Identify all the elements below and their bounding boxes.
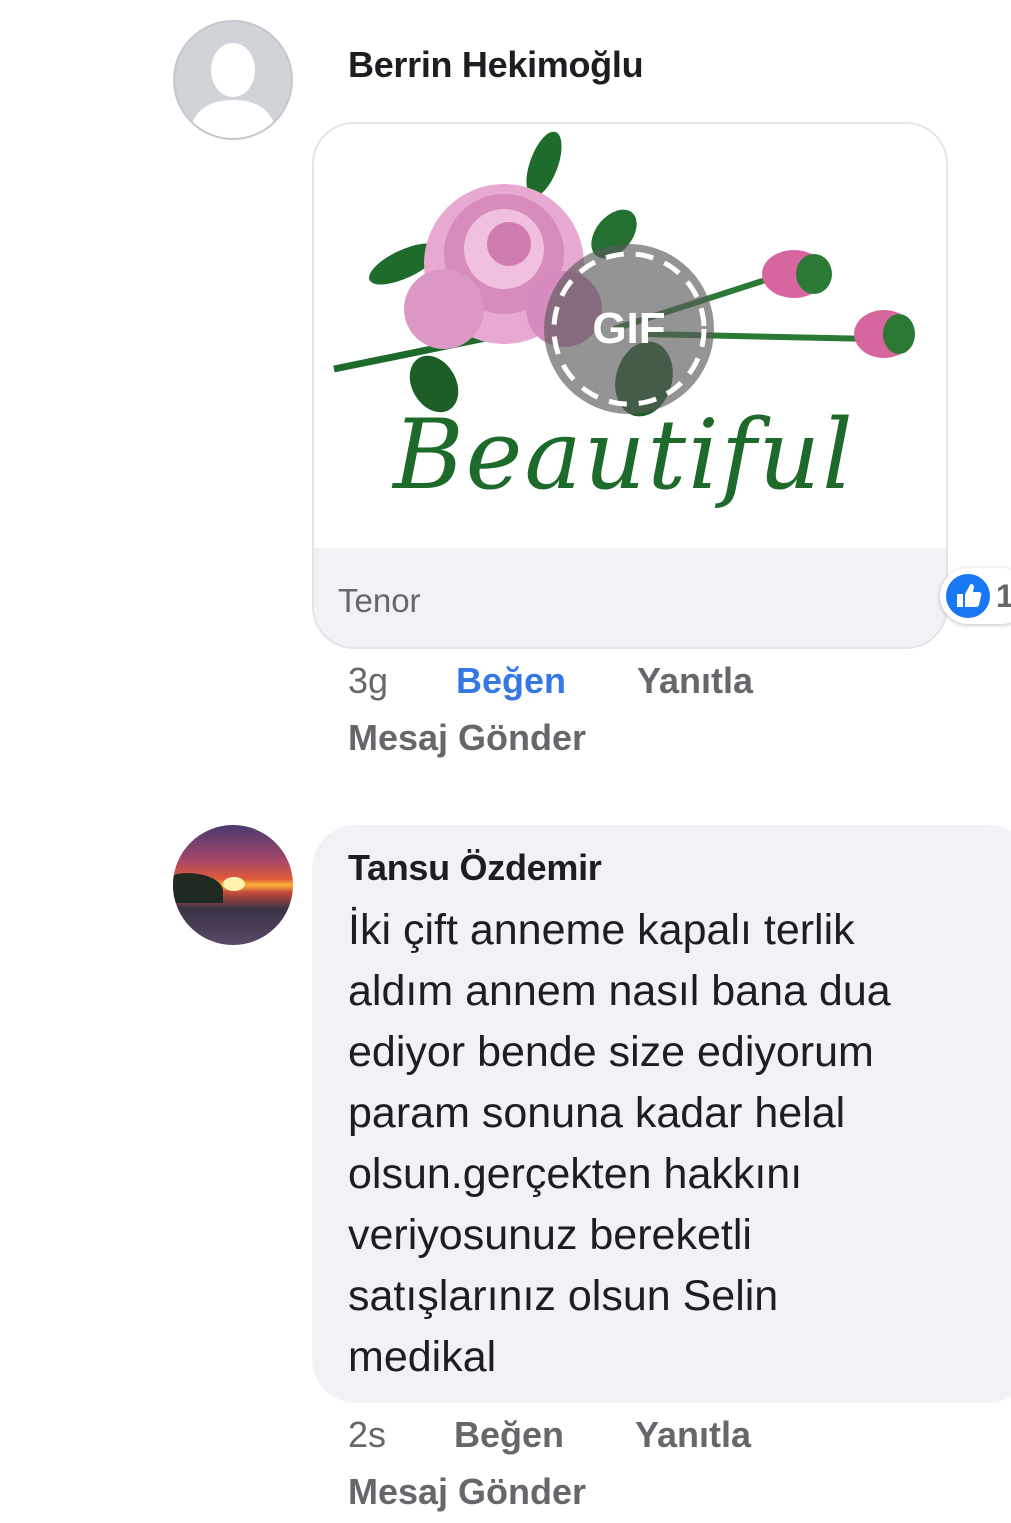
comment-text-line: veriyosunuz bereketli bbox=[348, 1211, 752, 1259]
comment-text-line: aldım annem nasıl bana dua bbox=[348, 967, 891, 1015]
avatar-landscape bbox=[173, 873, 223, 903]
gif-caption: Beautiful bbox=[393, 399, 855, 511]
like-button[interactable]: Beğen bbox=[454, 1414, 564, 1456]
comment-text-line: İki çift anneme kapalı terlik bbox=[348, 906, 855, 954]
comment-text-line: olsun.gerçekten hakkını bbox=[348, 1150, 803, 1198]
gif-play-badge[interactable]: GIF bbox=[544, 244, 714, 414]
comment-text-line: ediyor bende size ediyorum bbox=[348, 1028, 874, 1076]
comment-timestamp[interactable]: 3g bbox=[348, 660, 388, 702]
default-user-icon bbox=[175, 22, 291, 138]
comment-author-name[interactable]: Berrin Hekimoğlu bbox=[348, 44, 644, 86]
avatar[interactable] bbox=[173, 825, 293, 945]
reaction-summary[interactable]: 1 bbox=[940, 568, 1011, 624]
comments-page: Berrin Hekimoğlu Beautiful GIF Tenor 1 3… bbox=[0, 0, 1011, 1523]
comment-text-line: satışlarınız olsun Selin bbox=[348, 1272, 779, 1320]
send-message-button[interactable]: Mesaj Gönder bbox=[348, 717, 586, 759]
comment-author-name[interactable]: Tansu Özdemir bbox=[348, 847, 602, 889]
comment-text-line: medikal bbox=[348, 1333, 497, 1381]
like-button[interactable]: Beğen bbox=[456, 660, 566, 702]
avatar-sun bbox=[223, 877, 245, 891]
gif-attachment[interactable]: Beautiful GIF Tenor bbox=[312, 122, 948, 649]
gif-footer[interactable]: Tenor bbox=[314, 548, 946, 647]
reply-button[interactable]: Yanıtla bbox=[635, 1414, 751, 1456]
like-reaction-icon bbox=[946, 574, 990, 618]
comment-text: İki çift anneme kapalı terlik aldım anne… bbox=[348, 900, 968, 1388]
avatar[interactable] bbox=[173, 20, 293, 140]
send-message-button[interactable]: Mesaj Gönder bbox=[348, 1471, 586, 1513]
comment-timestamp[interactable]: 2s bbox=[348, 1414, 386, 1456]
comment-text-line: param sonuna kadar helal bbox=[348, 1089, 846, 1137]
gif-badge-label: GIF bbox=[592, 304, 666, 353]
reply-button[interactable]: Yanıtla bbox=[637, 660, 753, 702]
reaction-count: 1 bbox=[996, 578, 1011, 614]
gif-source-label: Tenor bbox=[338, 582, 421, 619]
